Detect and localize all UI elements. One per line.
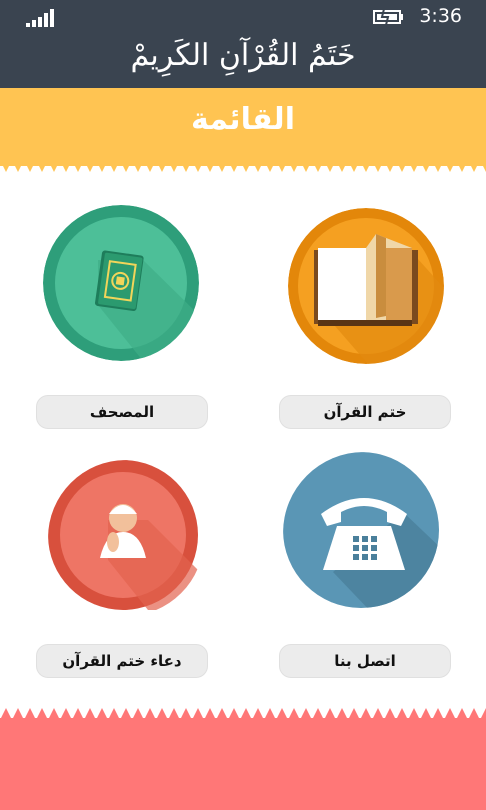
contact-label[interactable]: اتصل بنا [279, 644, 451, 678]
menu-title: القائمة [191, 102, 295, 137]
mushaf-label[interactable]: المصحف [36, 395, 208, 429]
open-book-icon[interactable] [288, 208, 444, 364]
app-title: خَتَمُ القُرْآنِ الكَرِيمْ [130, 38, 356, 73]
status-bar: 3:36 [0, 0, 486, 34]
mushaf-book-icon[interactable] [43, 205, 199, 361]
app-header: خَتَمُ القُرْآنِ الكَرِيمْ [0, 34, 486, 88]
banner-zigzag-edge [0, 160, 486, 172]
battery-charging-icon [373, 8, 403, 26]
signal-strength-icon [26, 9, 54, 27]
footer [0, 718, 486, 810]
khatm-quran-label[interactable]: ختم القرآن [279, 395, 451, 429]
clock: 3:36 [419, 5, 462, 27]
menu-banner: القائمة [0, 88, 486, 166]
dua-khatm-label[interactable]: دعاء ختم القرآن [36, 644, 208, 678]
praying-person-icon[interactable] [48, 460, 204, 616]
telephone-icon[interactable] [283, 452, 439, 608]
